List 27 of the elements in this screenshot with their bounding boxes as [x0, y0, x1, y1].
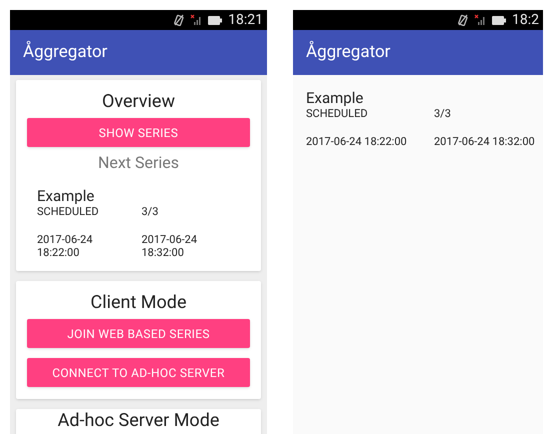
action-button[interactable]: SHOW SERIES: [27, 118, 250, 147]
card-title: Client Mode: [90, 291, 186, 315]
card-title: Overview: [102, 90, 175, 114]
status-time: 18:21: [228, 13, 263, 27]
app-title: Åggregator: [306, 40, 390, 64]
series-status: SCHEDULED: [37, 205, 100, 219]
no-signal-icon: [190, 14, 202, 26]
series-count: 3/3: [142, 205, 160, 219]
card-title: Ad-hoc Server Mode: [58, 411, 220, 430]
action-button[interactable]: JOIN WEB BASED SERIES: [27, 319, 250, 348]
series-end-time: 2017-06-24 18:32:00: [434, 135, 536, 148]
section-subtitle: Next Series: [98, 152, 180, 174]
status-time: 18:2: [512, 13, 539, 27]
battery-icon: [208, 16, 222, 24]
series-count: 3/3: [434, 107, 452, 121]
vibrate-off-icon: [174, 14, 184, 26]
series-name: Example: [37, 187, 96, 205]
series-name: Example: [306, 89, 364, 107]
app-title: Åggregator: [23, 40, 108, 64]
no-signal-icon: [474, 14, 486, 26]
series-start-time: 2017-06-24 18:22:00: [37, 233, 94, 259]
vibrate-off-icon: [458, 14, 468, 26]
action-button[interactable]: CONNECT TO AD-HOC SERVER: [27, 358, 250, 387]
battery-icon: [492, 16, 506, 24]
series-end-time: 2017-06-24 18:32:00: [142, 233, 198, 259]
series-status: SCHEDULED: [306, 107, 369, 121]
series-start-time: 2017-06-24 18:22:00: [306, 135, 408, 148]
